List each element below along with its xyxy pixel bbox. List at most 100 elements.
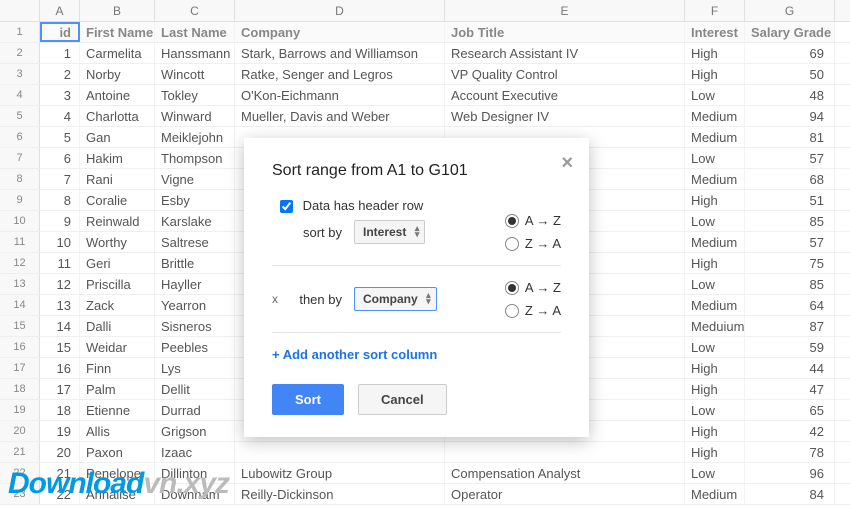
cell[interactable]: 50 xyxy=(745,64,835,84)
cell[interactable]: 2 xyxy=(40,64,80,84)
sort-button[interactable]: Sort xyxy=(272,384,344,415)
cell[interactable]: Rani xyxy=(80,169,155,189)
cell[interactable]: Hakim xyxy=(80,148,155,168)
cell[interactable]: Vigne xyxy=(155,169,235,189)
cell[interactable]: 81 xyxy=(745,127,835,147)
cell[interactable]: 85 xyxy=(745,211,835,231)
cell[interactable]: id xyxy=(40,22,80,42)
cell[interactable]: 12 xyxy=(40,274,80,294)
cell[interactable]: 75 xyxy=(745,253,835,273)
row-number[interactable]: 18 xyxy=(0,379,40,399)
cell[interactable]: 96 xyxy=(745,463,835,483)
cell[interactable]: Saltrese xyxy=(155,232,235,252)
cell[interactable]: Reinwald xyxy=(80,211,155,231)
cell[interactable]: Medium xyxy=(685,106,745,126)
sort-by-column-select[interactable]: Interest ▴▾ xyxy=(354,220,425,244)
cell[interactable]: High xyxy=(685,379,745,399)
cell[interactable]: Wincott xyxy=(155,64,235,84)
cell[interactable]: Antoine xyxy=(80,85,155,105)
cell[interactable]: Thompson xyxy=(155,148,235,168)
cell[interactable]: Low xyxy=(685,337,745,357)
cell[interactable]: Worthy xyxy=(80,232,155,252)
cell[interactable]: 94 xyxy=(745,106,835,126)
cell[interactable]: 5 xyxy=(40,127,80,147)
cell[interactable]: Mueller, Davis and Weber xyxy=(235,106,445,126)
row-number[interactable]: 3 xyxy=(0,64,40,84)
row-number[interactable]: 19 xyxy=(0,400,40,420)
cell[interactable]: 1 xyxy=(40,43,80,63)
cell[interactable]: Allis xyxy=(80,421,155,441)
column-header-G[interactable]: G xyxy=(745,0,835,21)
column-header-F[interactable]: F xyxy=(685,0,745,21)
row-number[interactable]: 4 xyxy=(0,85,40,105)
cell[interactable]: High xyxy=(685,421,745,441)
cell[interactable]: 65 xyxy=(745,400,835,420)
cell[interactable]: O'Kon-Eichmann xyxy=(235,85,445,105)
row-number[interactable]: 15 xyxy=(0,316,40,336)
cell[interactable]: 57 xyxy=(745,232,835,252)
cell[interactable]: High xyxy=(685,190,745,210)
radio-za-1[interactable]: Z → A xyxy=(505,236,561,251)
then-by-column-select[interactable]: Company ▴▾ xyxy=(354,287,437,311)
column-header-C[interactable]: C xyxy=(155,0,235,21)
cell[interactable]: 11 xyxy=(40,253,80,273)
cell[interactable]: Medium xyxy=(685,484,745,504)
cell[interactable]: Lubowitz Group xyxy=(235,463,445,483)
row-number[interactable]: 7 xyxy=(0,148,40,168)
cell[interactable]: Low xyxy=(685,85,745,105)
cell[interactable]: Gan xyxy=(80,127,155,147)
cell[interactable]: Low xyxy=(685,211,745,231)
cell[interactable]: Compensation Analyst xyxy=(445,463,685,483)
cell[interactable]: High xyxy=(685,253,745,273)
cell[interactable]: 87 xyxy=(745,316,835,336)
cell[interactable]: Low xyxy=(685,274,745,294)
cell[interactable]: Job Title xyxy=(445,22,685,42)
cell[interactable]: VP Quality Control xyxy=(445,64,685,84)
cell[interactable]: 59 xyxy=(745,337,835,357)
cell[interactable]: 19 xyxy=(40,421,80,441)
cell[interactable]: 13 xyxy=(40,295,80,315)
cell[interactable]: Operator xyxy=(445,484,685,504)
row-number[interactable]: 13 xyxy=(0,274,40,294)
row-number[interactable]: 14 xyxy=(0,295,40,315)
cell[interactable]: Account Executive xyxy=(445,85,685,105)
cell[interactable]: 7 xyxy=(40,169,80,189)
cell[interactable]: First Name xyxy=(80,22,155,42)
cell[interactable]: Salary Grade xyxy=(745,22,835,42)
add-sort-column-link[interactable]: + Add another sort column xyxy=(272,347,437,362)
radio-az-1[interactable]: A → Z xyxy=(505,213,561,228)
cell[interactable]: Etienne xyxy=(80,400,155,420)
cell[interactable]: 48 xyxy=(745,85,835,105)
cell[interactable]: High xyxy=(685,43,745,63)
cell[interactable]: Peebles xyxy=(155,337,235,357)
cell[interactable] xyxy=(235,442,445,462)
cell[interactable]: Zack xyxy=(80,295,155,315)
cell[interactable]: 64 xyxy=(745,295,835,315)
cell[interactable]: 3 xyxy=(40,85,80,105)
column-header-D[interactable]: D xyxy=(235,0,445,21)
header-row-checkbox[interactable]: Data has header row xyxy=(280,198,423,213)
cell[interactable]: Winward xyxy=(155,106,235,126)
cell[interactable]: 47 xyxy=(745,379,835,399)
cell[interactable]: Geri xyxy=(80,253,155,273)
cell[interactable]: Finn xyxy=(80,358,155,378)
cell[interactable]: Dalli xyxy=(80,316,155,336)
cell[interactable]: Company xyxy=(235,22,445,42)
cell[interactable]: 69 xyxy=(745,43,835,63)
cell[interactable]: High xyxy=(685,442,745,462)
cell[interactable]: Medium xyxy=(685,232,745,252)
close-icon[interactable]: × xyxy=(561,152,573,175)
cell[interactable]: Medium xyxy=(685,169,745,189)
header-row-checkbox-input[interactable] xyxy=(280,200,293,213)
cell[interactable]: Dellit xyxy=(155,379,235,399)
row-number[interactable]: 8 xyxy=(0,169,40,189)
row-number[interactable]: 6 xyxy=(0,127,40,147)
cell[interactable]: 4 xyxy=(40,106,80,126)
cell[interactable]: Esby xyxy=(155,190,235,210)
cell[interactable] xyxy=(445,442,685,462)
row-number[interactable]: 10 xyxy=(0,211,40,231)
cell[interactable]: Izaac xyxy=(155,442,235,462)
cell[interactable]: Tokley xyxy=(155,85,235,105)
cell[interactable]: Yearron xyxy=(155,295,235,315)
cell[interactable]: 42 xyxy=(745,421,835,441)
